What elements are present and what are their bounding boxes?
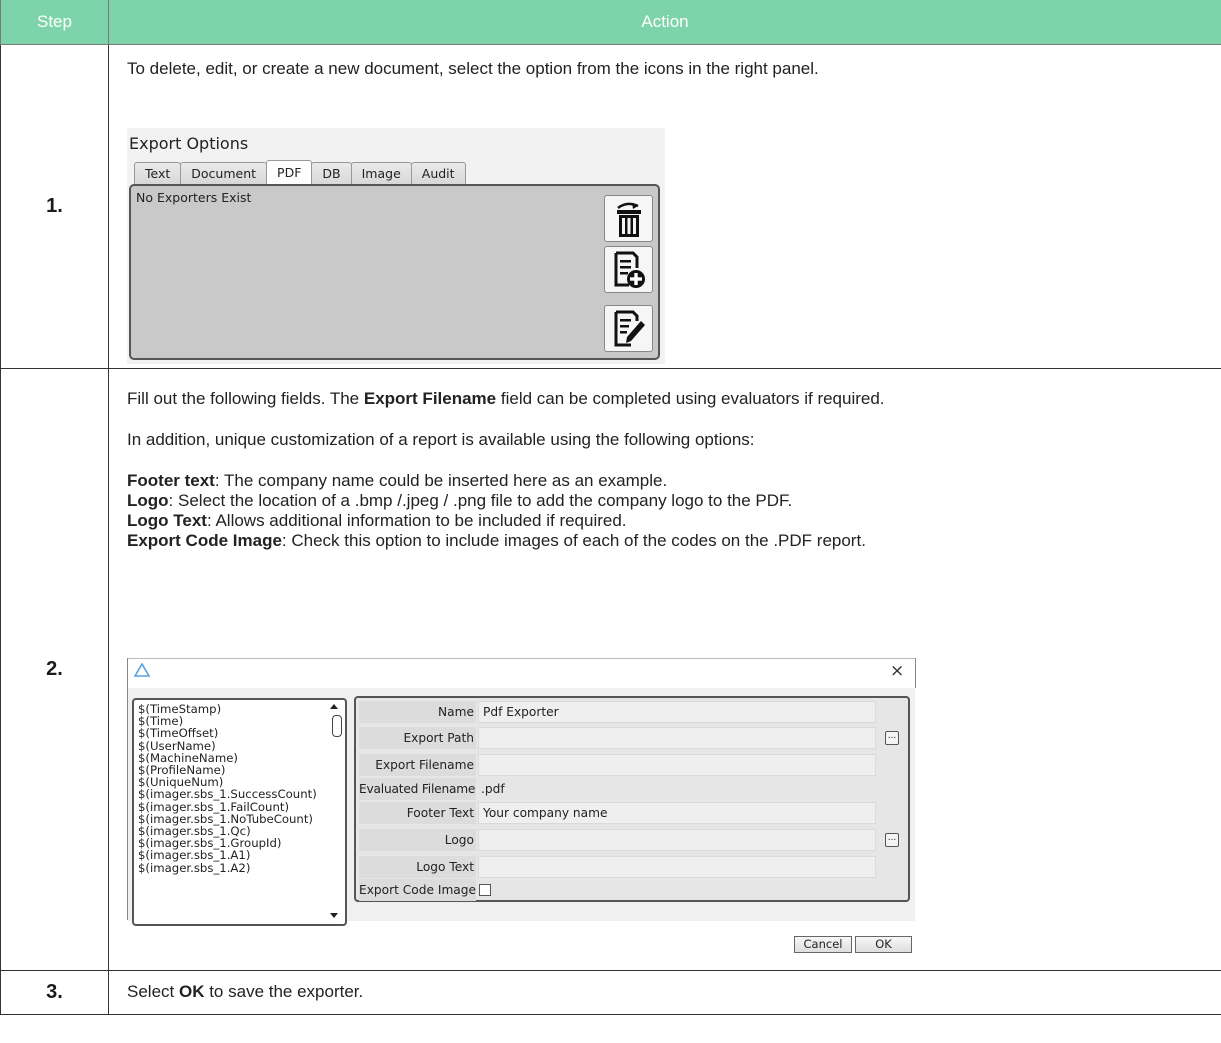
tab-db[interactable]: DB [311, 162, 352, 184]
option-term: Logo [127, 490, 169, 510]
tab-audit[interactable]: Audit [410, 162, 466, 184]
option-item: Logo: Select the location of a .bmp /.jp… [127, 491, 1221, 511]
export-filename-field[interactable] [478, 754, 876, 776]
scrollbar-thumb[interactable] [332, 715, 342, 737]
export-path-field[interactable] [478, 727, 876, 749]
pdf-exporter-dialog: × $(TimeStamp) $(Time) $(TimeOffset) $(U… [127, 658, 916, 926]
add-document-icon [614, 251, 645, 288]
header-action: Action [108, 0, 1221, 45]
evaluator-items: $(TimeStamp) $(Time) $(TimeOffset) $(Use… [134, 703, 317, 874]
exporter-form: Name Pdf Exporter Export Path ... Export… [354, 696, 910, 902]
logo-text-field[interactable] [478, 856, 876, 878]
logo-field[interactable] [478, 829, 876, 851]
add-document-button[interactable] [604, 246, 653, 293]
option-item: Export Code Image: Check this option to … [127, 531, 1221, 551]
step-row-3: 3. Select OK to save the exporter. [0, 969, 1221, 1015]
tab-text[interactable]: Text [134, 162, 182, 184]
app-logo-icon [134, 663, 150, 677]
ok-reference: OK [178, 982, 205, 1001]
option-term: Logo Text [127, 510, 207, 530]
name-label: Name [359, 701, 476, 723]
evaluated-filename-label: Evaluated Filename [359, 778, 476, 800]
list-item[interactable]: $(imager.sbs_1.A1) [134, 849, 317, 861]
evaluated-filename-value: .pdf [476, 778, 874, 800]
export-tabs: Text Document PDF DB Image Audit [134, 160, 466, 184]
export-code-image-label: Export Code Image [359, 879, 476, 901]
step-number: 1. [0, 43, 109, 369]
step-action: Select OK to save the exporter. [108, 969, 1221, 1015]
intro-text: field can be completed using evaluators … [496, 388, 885, 408]
step-text-part: Select [127, 982, 179, 1001]
export-path-browse-button[interactable]: ... [885, 731, 899, 745]
export-filename-label: Export Filename [359, 754, 476, 776]
name-field[interactable]: Pdf Exporter [478, 701, 876, 723]
export-code-image-checkbox[interactable] [479, 884, 491, 896]
option-desc: : Check this option to include images of… [281, 530, 866, 550]
step-text: To delete, edit, or create a new documen… [127, 58, 819, 78]
list-item[interactable]: $(imager.sbs_1.SuccessCount) [134, 788, 317, 800]
intro-bold: Export Filename [363, 388, 497, 408]
edit-document-icon [614, 310, 645, 346]
step-number: 2. [0, 367, 109, 971]
cancel-button[interactable]: Cancel [794, 936, 852, 953]
export-path-label: Export Path [359, 727, 476, 749]
delete-button[interactable] [604, 195, 653, 242]
header-step: Step [0, 0, 109, 45]
list-item[interactable]: $(UserName) [134, 739, 317, 751]
step-text: Select OK to save the exporter. [109, 982, 1221, 1002]
footer-text-label: Footer Text [359, 802, 476, 824]
logo-label: Logo [359, 829, 476, 851]
option-term: Footer text [127, 470, 215, 490]
logo-browse-button[interactable]: ... [885, 833, 899, 847]
footer-text-field[interactable]: Your company name [478, 802, 876, 824]
list-item[interactable]: $(TimeOffset) [134, 727, 317, 739]
step-intro: Fill out the following fields. The Expor… [109, 369, 1221, 409]
ok-button[interactable]: OK [855, 936, 912, 953]
tab-pdf[interactable]: PDF [266, 160, 313, 184]
export-options-screenshot: Export Options Text Document PDF DB Imag… [127, 128, 665, 364]
option-list: Footer text: The company name could be i… [109, 450, 1221, 551]
tab-document[interactable]: Document [180, 162, 268, 184]
dialog-border [127, 658, 128, 920]
exporters-panel: No Exporters Exist [129, 184, 660, 360]
step-text-part: to save the exporter. [204, 982, 364, 1001]
evaluator-list[interactable]: $(TimeStamp) $(Time) $(TimeOffset) $(Use… [132, 698, 347, 926]
dialog-border [915, 658, 916, 688]
no-exporters-message: No Exporters Exist [136, 190, 252, 205]
step-number: 3. [0, 969, 109, 1015]
delete-icon [616, 202, 641, 237]
list-item[interactable]: $(imager.sbs_1.A2) [134, 861, 317, 873]
dialog-body: $(TimeStamp) $(Time) $(TimeOffset) $(Use… [128, 688, 915, 926]
option-desc: : Select the location of a .bmp /.jpeg /… [168, 490, 793, 510]
option-desc: : The company name could be inserted her… [214, 470, 668, 490]
logo-text-label: Logo Text [359, 856, 476, 878]
option-item: Logo Text: Allows additional information… [127, 511, 1221, 531]
export-options-title: Export Options [129, 134, 249, 153]
list-item[interactable]: $(imager.sbs_1.FailCount) [134, 800, 317, 812]
edit-document-button[interactable] [604, 305, 653, 352]
tab-image[interactable]: Image [350, 162, 412, 184]
close-icon[interactable]: × [890, 661, 904, 681]
scroll-up-arrow-icon[interactable] [330, 704, 338, 709]
intro-text: Fill out the following fields. The [127, 388, 364, 408]
option-item: Footer text: The company name could be i… [127, 471, 1221, 491]
option-desc: : Allows additional information to be in… [206, 510, 627, 530]
step-paragraph: In addition, unique customization of a r… [127, 429, 755, 449]
scroll-down-arrow-icon[interactable] [330, 913, 338, 918]
option-term: Export Code Image [127, 530, 282, 550]
